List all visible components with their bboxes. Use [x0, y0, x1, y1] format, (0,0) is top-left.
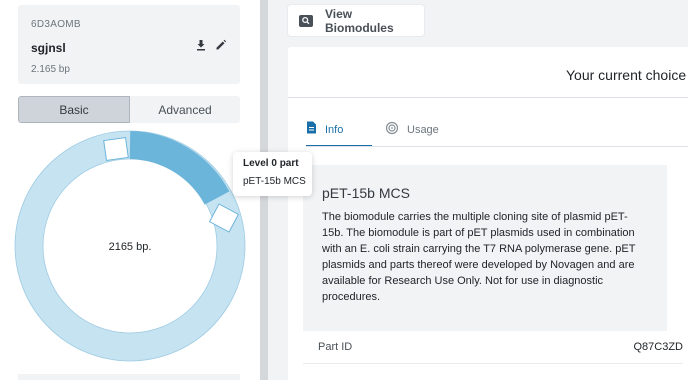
- basic-toggle-button[interactable]: Basic: [18, 96, 130, 123]
- construct-panel: 6D3AOMB sgjnsl 2.165 bp Basic Advanced 2…: [0, 0, 260, 380]
- advanced-toggle-button[interactable]: Advanced: [130, 96, 240, 123]
- description-box: pET-15b MCS The biomodule carries the mu…: [303, 165, 667, 331]
- construct-card: 6D3AOMB sgjnsl 2.165 bp: [18, 5, 240, 84]
- construct-name: sgjnsl: [31, 41, 66, 55]
- view-toggle: Basic Advanced: [18, 96, 240, 123]
- tooltip-value: pET-15b MCS: [243, 176, 306, 187]
- description-text: The biomodule carries the multiple cloni…: [322, 209, 654, 305]
- detail-row-part-id: Part ID Q87C3ZD: [303, 335, 683, 359]
- part-id-label: Part ID: [318, 341, 353, 353]
- description-line: The biomodule carries the multiple cloni…: [322, 211, 628, 223]
- document-icon: [306, 121, 317, 139]
- tab-info[interactable]: Info: [306, 115, 372, 147]
- view-biomodules-label: View Biomodules: [324, 6, 394, 35]
- part-tooltip: Level 0 part pET-15b MCS: [233, 152, 312, 196]
- tab-usage[interactable]: Usage: [385, 115, 455, 145]
- tab-usage-label: Usage: [407, 124, 439, 136]
- left-panel-footer: [18, 374, 240, 380]
- description-line: plasmids and parts thereof were develope…: [322, 259, 635, 271]
- description-title: pET-15b MCS: [322, 185, 410, 201]
- download-icon[interactable]: [194, 38, 208, 52]
- plasmid-map: 2165 bp.: [14, 130, 246, 362]
- tooltip-title: Level 0 part: [243, 158, 299, 169]
- biomodule-panel: View Biomodules Your current choice f In…: [268, 0, 688, 380]
- header-divider: [288, 97, 688, 98]
- description-line: procedures.: [322, 291, 381, 303]
- description-line: available for Research Use Only. Not for…: [322, 275, 604, 287]
- description-line: 15b. The biomodule is part of pET plasmi…: [322, 227, 635, 239]
- view-biomodules-button[interactable]: View Biomodules: [288, 5, 424, 36]
- edit-icon[interactable]: [214, 38, 228, 52]
- plasmid-center-label: 2165 bp.: [109, 241, 152, 253]
- detail-row-divider: [303, 363, 683, 364]
- plasmid-part-arc[interactable]: [129, 131, 230, 206]
- construct-id: 6D3AOMB: [31, 19, 81, 30]
- part-id-value: Q87C3ZD: [633, 341, 683, 353]
- construct-size: 2.165 bp: [31, 64, 70, 75]
- part-start-marker[interactable]: [103, 137, 129, 161]
- current-choice-heading: Your current choice f: [566, 67, 688, 83]
- tab-info-label: Info: [325, 124, 344, 136]
- description-line: with an E. coli strain carrying the T7 R…: [322, 243, 636, 255]
- usage-icon: [385, 121, 399, 140]
- biomodule-card: Your current choice f Info Usage pET-15b…: [288, 47, 688, 380]
- tabs-divider: [306, 146, 688, 147]
- search-icon: [299, 14, 313, 27]
